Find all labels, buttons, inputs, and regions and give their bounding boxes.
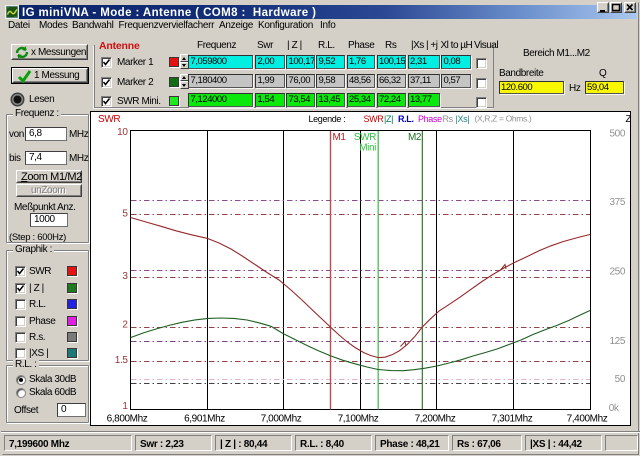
svg-text:2: 2 xyxy=(122,320,128,331)
svg-text:1.5: 1.5 xyxy=(115,355,129,366)
svg-text:SWR: SWR xyxy=(364,114,385,124)
svg-text:10: 10 xyxy=(117,127,128,138)
svg-text:Z: Z xyxy=(626,114,632,125)
svg-text:6,901Mhz: 6,901Mhz xyxy=(184,414,225,425)
svg-text:125: 125 xyxy=(610,336,626,347)
svg-text:7,000Mhz: 7,000Mhz xyxy=(261,414,302,425)
svg-text:Legende :: Legende : xyxy=(309,114,346,124)
svg-text:(X,R,Z = Ohms.): (X,R,Z = Ohms.) xyxy=(475,114,532,124)
svg-text:3: 3 xyxy=(122,271,128,282)
svg-text:7,100Mhz: 7,100Mhz xyxy=(338,414,379,425)
svg-text:Rs: Rs xyxy=(443,114,454,124)
svg-text:0k: 0k xyxy=(609,403,620,414)
svg-text:|Xs|: |Xs| xyxy=(456,114,470,124)
svg-text:7,200Mhz: 7,200Mhz xyxy=(415,414,456,425)
svg-text:6,800Mhz: 6,800Mhz xyxy=(107,414,148,425)
svg-text:SWR: SWR xyxy=(98,114,120,125)
svg-text:Phase: Phase xyxy=(418,114,442,124)
svg-text:250: 250 xyxy=(610,267,626,278)
svg-text:Mini: Mini xyxy=(359,143,376,154)
svg-text:375: 375 xyxy=(610,197,626,208)
svg-text:50: 50 xyxy=(615,374,626,385)
svg-text:500: 500 xyxy=(610,129,626,140)
svg-text:7,301Mhz: 7,301Mhz xyxy=(492,414,533,425)
svg-text:5: 5 xyxy=(122,209,128,220)
svg-text:|Z|: |Z| xyxy=(384,114,393,124)
svg-text:R.L.: R.L. xyxy=(398,114,414,124)
svg-text:M2: M2 xyxy=(408,132,422,143)
svg-text:7,400Mhz: 7,400Mhz xyxy=(567,414,608,425)
svg-text:M1: M1 xyxy=(333,132,347,143)
svg-text:SWR: SWR xyxy=(354,132,376,143)
svg-text:1: 1 xyxy=(122,401,128,412)
